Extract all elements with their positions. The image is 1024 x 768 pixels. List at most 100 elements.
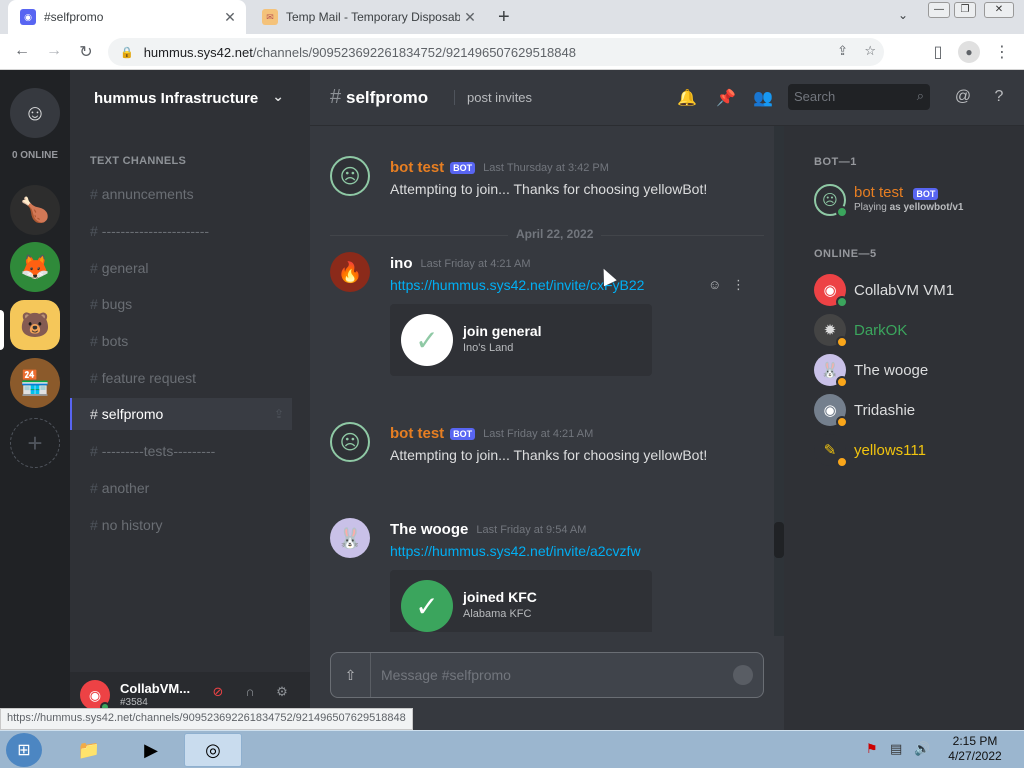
close-window-button[interactable]: ✕	[984, 2, 1014, 18]
invite-embed[interactable]: ✓ joined KFC Alabama KFC	[390, 570, 652, 632]
forward-arrow-icon[interactable]: →	[44, 42, 64, 60]
mentions-icon[interactable]: @	[952, 88, 974, 106]
direct-messages-icon[interactable]: ☺	[10, 88, 60, 138]
volume-icon[interactable]: 🔊	[914, 741, 930, 757]
member-collabvm-vm1[interactable]: ◉ CollabVM VM1	[814, 274, 1014, 308]
taskbar-clock[interactable]: 2:15 PM 4/27/2022	[940, 734, 1010, 764]
hash-icon: #	[90, 406, 98, 422]
channel-bugs[interactable]: # bugs	[70, 288, 310, 320]
channel-topic: post invites	[454, 90, 532, 105]
member-name: bot test	[854, 184, 904, 201]
channel-selfpromo[interactable]: # selfpromo ⇪	[70, 398, 292, 430]
channel-feature-request[interactable]: # feature request	[70, 362, 310, 394]
invite-share-icon[interactable]: ⇪	[274, 407, 284, 421]
close-tab-icon[interactable]: ✕	[460, 9, 480, 26]
chevron-down-icon[interactable]: ⌄	[272, 88, 284, 105]
idle-status-dot	[836, 336, 848, 348]
channel-another[interactable]: # another	[70, 472, 310, 504]
start-button[interactable]: ⊞	[6, 733, 42, 767]
message-scrollbar[interactable]	[774, 126, 784, 636]
notification-bell-icon[interactable]: 🔔	[676, 88, 698, 108]
server-icon-chicken[interactable]: 🍗	[10, 185, 60, 235]
share-icon[interactable]: ⇪	[837, 43, 848, 59]
channel-no-history[interactable]: # no history	[70, 509, 310, 541]
message-author[interactable]: bot test	[390, 159, 444, 176]
tab-selfpromo[interactable]: ◉ #selfpromo ✕	[8, 0, 246, 34]
member-darkok[interactable]: ✹ DarkOK	[814, 314, 1014, 348]
maximize-button[interactable]: ❐	[954, 2, 976, 18]
tab-search-chevron-icon[interactable]: ⌄	[898, 8, 908, 22]
message-timestamp: Last Friday at 4:21 AM	[483, 427, 594, 440]
invite-embed[interactable]: ✓ join general Ino's Land	[390, 304, 652, 376]
embed-subtitle: Ino's Land	[463, 342, 514, 354]
browser-menu-icon[interactable]: ⋮	[992, 42, 1012, 62]
invite-link[interactable]: https://hummus.sys42.net/invite/a2cvzfw	[390, 543, 641, 559]
message-list: ☹ bot test BOT Last Thursday at 3:42 PM …	[310, 126, 774, 632]
address-bar[interactable]: 🔒 hummus.sys42.net/channels/909523692261…	[108, 38, 884, 66]
hash-icon: #	[90, 480, 98, 496]
search-input[interactable]: Search ⌕	[788, 84, 930, 110]
checkmark-icon: ✓	[401, 314, 453, 366]
network-error-icon[interactable]: ⚑	[866, 741, 878, 757]
channel-divider-dashes[interactable]: # -----------------------	[70, 215, 310, 247]
headphones-icon[interactable]: ∩	[238, 684, 262, 704]
avatar[interactable]: 🔥	[330, 252, 370, 292]
member-name-wrap: bot test BOT	[854, 184, 939, 201]
member-yellows111[interactable]: ✎ yellows111	[814, 434, 1014, 468]
message-author[interactable]: bot test	[390, 425, 444, 442]
hash-icon: #	[90, 296, 98, 312]
message-author[interactable]: ino	[390, 255, 413, 272]
add-reaction-icon[interactable]: ☺	[708, 277, 721, 292]
pinned-messages-icon[interactable]: 📌	[715, 88, 737, 108]
mute-microphone-icon[interactable]: ⊘	[206, 684, 230, 704]
lock-icon[interactable]: 🔒	[120, 46, 134, 59]
add-server-icon[interactable]: +	[10, 418, 60, 468]
member-list-icon[interactable]: 👥	[752, 88, 774, 108]
clock-time: 2:15 PM	[952, 734, 998, 748]
member-category-bot: BOT—1	[814, 156, 857, 168]
side-panel-icon[interactable]: ▯	[928, 42, 948, 62]
user-discriminator: #3584	[120, 697, 148, 708]
member-the-wooge[interactable]: 🐰 The wooge	[814, 354, 1014, 388]
close-tab-icon[interactable]: ✕	[220, 9, 240, 26]
tab-temp-mail[interactable]: ✉ Temp Mail - Temporary Disposab ✕	[250, 0, 486, 34]
message-timestamp: Last Friday at 9:54 AM	[476, 523, 587, 536]
back-arrow-icon[interactable]: ←	[12, 42, 32, 60]
server-icon-fox[interactable]: 🦊	[10, 242, 60, 292]
message-input[interactable]: Message #selfpromo	[381, 667, 511, 683]
search-icon: ⌕	[916, 88, 924, 103]
member-tridashie[interactable]: ◉ Tridashie	[814, 394, 1014, 428]
chrome-icon[interactable]: ◎	[184, 733, 242, 767]
file-explorer-icon[interactable]: 📁	[60, 733, 118, 767]
bot-face-icon[interactable]: ☹	[330, 422, 370, 462]
help-icon[interactable]: ?	[988, 88, 1010, 106]
channel-annuncements[interactable]: # annuncements	[70, 178, 310, 210]
address-url[interactable]: hummus.sys42.net/channels/90952369226183…	[144, 45, 576, 60]
member-bot-test[interactable]: ☹ bot test BOT Playing as yellowbot/v1	[814, 184, 1014, 224]
more-options-icon[interactable]: ⋮	[732, 277, 745, 293]
server-name-header[interactable]: hummus Infrastructure ⌄	[70, 70, 310, 126]
network-icon[interactable]: ▤	[890, 741, 902, 757]
minimize-button[interactable]: —	[928, 2, 950, 18]
windows-taskbar: ⊞ 📁 ▶ ◎ ⚑ ▤ 🔊 2:15 PM 4/27/2022	[0, 730, 1024, 768]
category-text-channels[interactable]: TEXT CHANNELS	[90, 155, 186, 167]
bookmark-star-icon[interactable]: ☆	[864, 43, 876, 59]
new-tab-button[interactable]: +	[498, 6, 510, 29]
channel-tests-divider[interactable]: # ---------tests---------	[70, 435, 310, 467]
message-author[interactable]: The wooge	[390, 521, 468, 538]
reload-icon[interactable]: ↻	[76, 42, 96, 62]
server-icon-hummus-infrastructure[interactable]: 🐻	[10, 300, 60, 350]
member-name: The wooge	[854, 362, 929, 379]
message-composer[interactable]: ⇧ Message #selfpromo	[330, 652, 764, 698]
settings-gear-icon[interactable]: ⚙	[270, 684, 294, 704]
media-player-icon[interactable]: ▶	[122, 733, 180, 767]
upload-icon[interactable]: ⇧	[331, 653, 371, 697]
server-icon-kfc[interactable]: 🏪	[10, 358, 60, 408]
bunny-avatar-icon[interactable]: 🐰	[330, 518, 370, 558]
profile-avatar-icon[interactable]: ●	[958, 41, 980, 63]
scrollbar-thumb[interactable]	[774, 522, 784, 558]
channel-general[interactable]: # general	[70, 252, 310, 284]
bot-face-icon[interactable]: ☹	[330, 156, 370, 196]
emoji-picker-icon[interactable]	[733, 665, 753, 685]
channel-bots[interactable]: # bots	[70, 325, 310, 357]
